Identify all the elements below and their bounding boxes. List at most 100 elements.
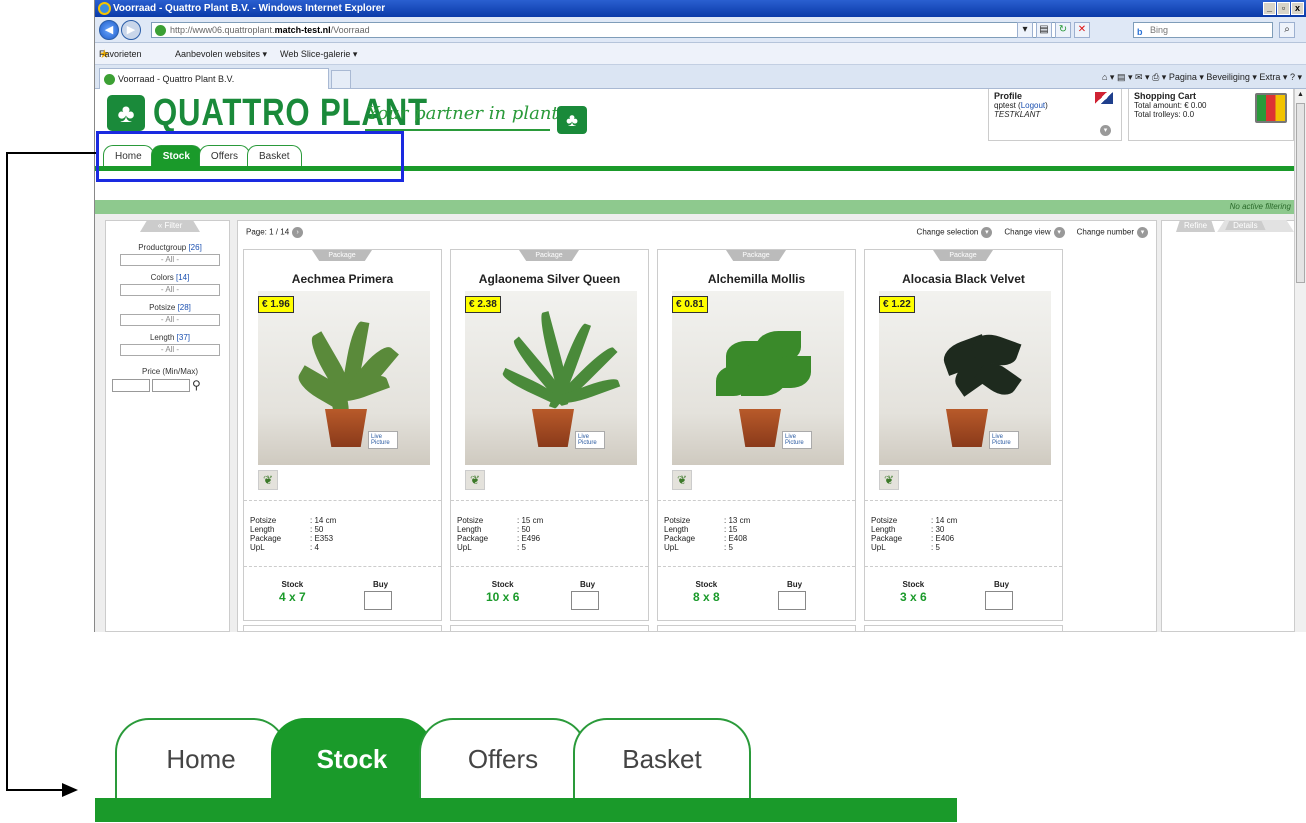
zoom-green-bar: [95, 798, 957, 822]
divider: [451, 500, 648, 501]
refresh-icon[interactable]: ↻: [1055, 22, 1071, 38]
package-tag: Package: [519, 250, 579, 261]
buy-quantity-input[interactable]: [364, 591, 392, 610]
product-card-next-row: [864, 625, 1063, 632]
zoom-tab-stock[interactable]: Stock: [271, 718, 433, 798]
feeds-icon[interactable]: ▤ ▾: [1117, 72, 1133, 82]
change-selection-button[interactable]: Change selection ▾: [917, 227, 993, 238]
uk-flag-icon[interactable]: [1095, 92, 1113, 104]
package-tag: Package: [312, 250, 372, 261]
length-select[interactable]: - All -: [120, 344, 220, 356]
product-name[interactable]: Aechmea Primera: [244, 272, 441, 286]
compat-icon[interactable]: ▤: [1036, 22, 1052, 38]
stock-block: Stock 10 x 6: [486, 580, 520, 604]
scroll-thumb[interactable]: [1296, 103, 1305, 283]
site-icon: [104, 74, 115, 85]
product-card[interactable]: Package Aglaonema Silver Queen Live Pict…: [450, 249, 649, 621]
logout-link[interactable]: Logout: [1021, 101, 1045, 110]
zoom-tab-home[interactable]: Home: [115, 718, 287, 798]
price-max-input[interactable]: [152, 378, 190, 392]
chevron-down-icon[interactable]: ▾: [1100, 125, 1111, 136]
product-card[interactable]: Package Alocasia Black Velvet Live Pictu…: [864, 249, 1063, 621]
stock-block: Stock 3 x 6: [900, 580, 927, 604]
url-field[interactable]: http://www06.quattroplant.match-test.nl/…: [151, 22, 1071, 38]
new-tab-button[interactable]: [331, 70, 351, 89]
clover-icon: ♣: [107, 95, 145, 131]
product-name[interactable]: Aglaonema Silver Queen: [451, 272, 648, 286]
close-icon[interactable]: x: [1291, 2, 1304, 15]
dropdown-icon[interactable]: ▾: [1017, 22, 1033, 38]
product-card[interactable]: Package Alchemilla Mollis Live Picture €…: [657, 249, 856, 621]
trolley-icon[interactable]: [1255, 93, 1287, 123]
product-photo[interactable]: Live Picture: [879, 291, 1051, 465]
product-photo[interactable]: Live Picture: [465, 291, 637, 465]
productgroup-select[interactable]: - All -: [120, 254, 220, 266]
print-icon[interactable]: ⎙ ▾: [1152, 72, 1166, 82]
product-name[interactable]: Alchemilla Mollis: [658, 272, 855, 286]
colors-select[interactable]: - All -: [120, 284, 220, 296]
search-icon[interactable]: ⚲: [192, 378, 201, 392]
product-photo[interactable]: Live Picture: [258, 291, 430, 465]
commands[interactable]: Pagina ▾ Beveiliging ▾ Extra ▾: [1169, 72, 1288, 82]
thumbnail-image[interactable]: ❦: [258, 470, 278, 490]
fav-item[interactable]: Web Slice-galerie ▾: [280, 43, 357, 65]
buy-quantity-input[interactable]: [778, 591, 806, 610]
stock-value: 4 x 7: [279, 590, 306, 604]
price-min-input[interactable]: [112, 378, 150, 392]
price-badge: € 2.38: [465, 296, 501, 313]
search-input[interactable]: b Bing: [1133, 22, 1273, 38]
zoomed-tabs: Home Stock Offers Basket: [95, 718, 965, 823]
buy-quantity-input[interactable]: [985, 591, 1013, 610]
zoom-tab-offers[interactable]: Offers: [419, 718, 587, 798]
filter-toggle[interactable]: « Filter: [140, 220, 200, 232]
thumbnail-image[interactable]: ❦: [465, 470, 485, 490]
ie-logo-icon: [98, 2, 111, 15]
pot-image: [532, 409, 574, 447]
browser-tab-bar: Voorraad - Quattro Plant B.V. ⌂ ▾ ▤ ▾ ✉ …: [95, 65, 1306, 89]
details-panel: Refine Details »: [1161, 220, 1295, 632]
product-card-next-row: [657, 625, 856, 632]
home-icon[interactable]: ⌂ ▾: [1102, 72, 1114, 82]
page-scrollbar[interactable]: ▲: [1294, 89, 1306, 632]
browser-window: Voorraad - Quattro Plant B.V. - Windows …: [94, 0, 1306, 632]
browser-tab[interactable]: Voorraad - Quattro Plant B.V.: [99, 68, 329, 89]
scroll-up-icon[interactable]: ▲: [1296, 89, 1305, 101]
tab-refine[interactable]: Refine: [1176, 220, 1216, 232]
pot-image: [946, 409, 988, 447]
zoom-tab-basket[interactable]: Basket: [573, 718, 751, 798]
thumbnail-image[interactable]: ❦: [672, 470, 692, 490]
potsize-select[interactable]: - All -: [120, 314, 220, 326]
package-tag: Package: [726, 250, 786, 261]
buy-block: Buy: [985, 580, 1013, 610]
product-name[interactable]: Alocasia Black Velvet: [865, 272, 1062, 286]
help-icon[interactable]: ? ▾: [1290, 72, 1302, 82]
product-photo[interactable]: Live Picture: [672, 291, 844, 465]
next-page-icon[interactable]: ›: [292, 227, 304, 238]
price-badge: € 1.96: [258, 296, 294, 313]
change-number-button[interactable]: Change number ▾: [1077, 227, 1148, 238]
plant-image: [923, 311, 1022, 421]
price-badge: € 1.22: [879, 296, 915, 313]
tab-details[interactable]: Details »: [1217, 220, 1294, 232]
address-bar: ◀ ▶ http://www06.quattroplant.match-test…: [95, 17, 1306, 43]
buy-block: Buy: [778, 580, 806, 610]
forward-button[interactable]: ▶: [121, 20, 141, 40]
change-view-button[interactable]: Change view ▾: [1004, 227, 1065, 238]
divider: [244, 566, 441, 567]
back-button[interactable]: ◀: [99, 20, 119, 40]
buy-quantity-input[interactable]: [571, 591, 599, 610]
pot-image: [325, 409, 367, 447]
mail-icon[interactable]: ✉ ▾: [1135, 72, 1150, 82]
stock-value: 3 x 6: [900, 590, 927, 604]
product-card[interactable]: Package Aechmea Primera Live Picture € 1…: [243, 249, 442, 621]
stop-icon[interactable]: ✕: [1074, 22, 1090, 38]
minimize-icon[interactable]: _: [1263, 2, 1276, 15]
fav-item[interactable]: Aanbevolen websites ▾: [175, 43, 267, 65]
thumbnail-image[interactable]: ❦: [879, 470, 899, 490]
window-title: Voorraad - Quattro Plant B.V. - Windows …: [113, 3, 386, 14]
search-icon[interactable]: ⌕: [1279, 22, 1295, 38]
maximize-icon[interactable]: ▫: [1277, 2, 1290, 15]
product-specs: Potsize: 15 cm Length: 50 Package: E496 …: [457, 516, 544, 552]
divider: [244, 500, 441, 501]
divider: [865, 500, 1062, 501]
